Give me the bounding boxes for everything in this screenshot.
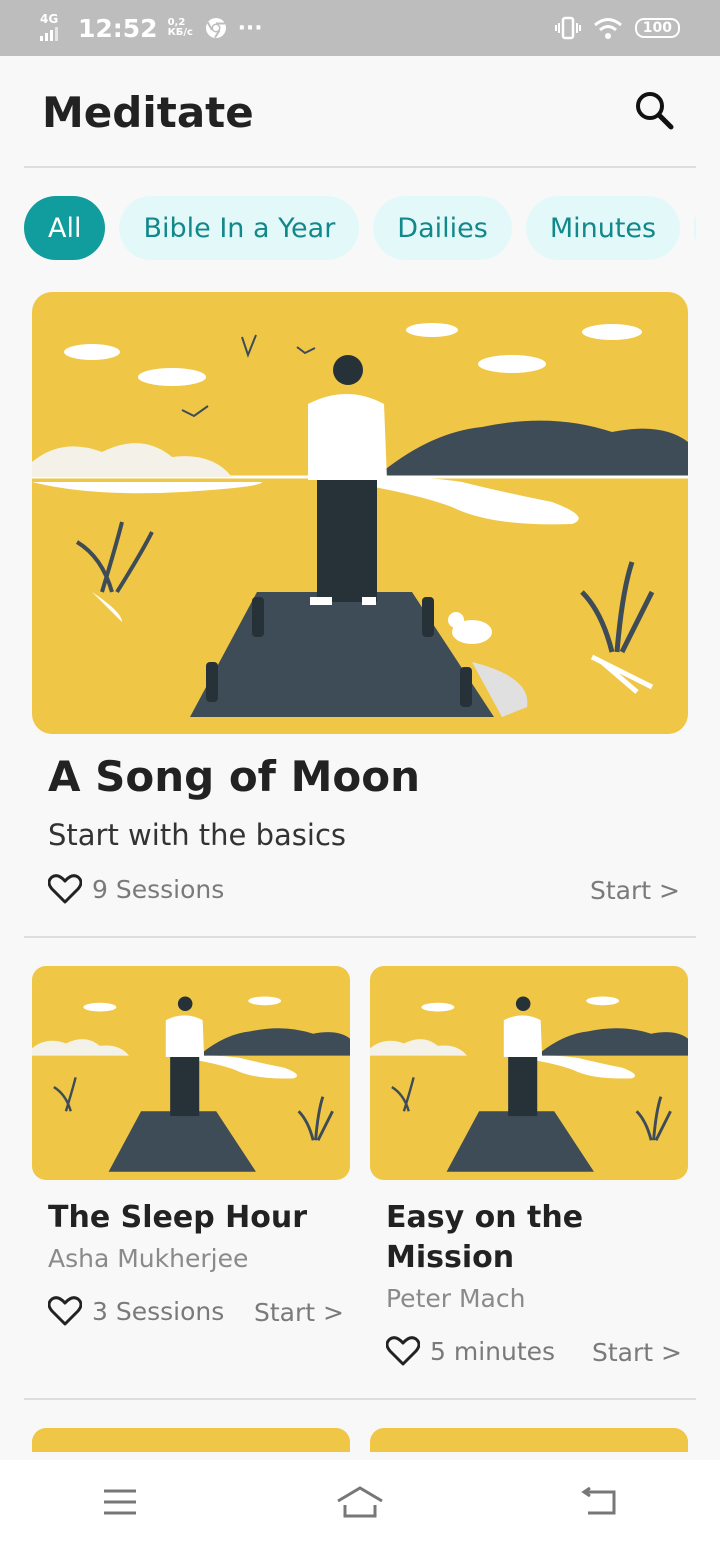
featured-meta: 9 Sessions	[48, 874, 224, 904]
more-notifications-icon: ···	[237, 15, 263, 41]
heart-icon[interactable]	[48, 874, 82, 904]
network-type: 4G	[40, 12, 59, 26]
sessions-count: 9 Sessions	[92, 874, 225, 904]
card-title-line2: Mission	[386, 1240, 515, 1275]
home-button[interactable]	[330, 1472, 390, 1532]
featured-title[interactable]: A Song of Moon	[48, 752, 420, 801]
card-start-link[interactable]: Start >	[592, 1338, 682, 1367]
card-title[interactable]: The Sleep Hour	[48, 1198, 307, 1238]
network-speed: 0,2 КБ/с	[168, 18, 194, 38]
divider	[24, 936, 696, 938]
divider	[24, 1398, 696, 1400]
search-icon	[636, 92, 674, 130]
page-title: Meditate	[42, 88, 254, 137]
chip-partial[interactable]: I	[694, 196, 696, 260]
duration: 5 minutes	[430, 1336, 556, 1366]
back-icon	[581, 1486, 616, 1515]
menu-button[interactable]	[90, 1472, 150, 1532]
card-author: Asha Mukherjee	[48, 1244, 249, 1273]
card-meta: 5 minutes	[386, 1336, 555, 1366]
featured-illustration[interactable]	[32, 292, 688, 734]
menu-icon	[104, 1489, 136, 1515]
chip-all[interactable]: All	[24, 196, 106, 260]
featured-start-link[interactable]: Start >	[590, 876, 680, 905]
chrome-icon	[204, 16, 228, 40]
speed-unit: КБ/с	[167, 27, 193, 38]
card-illustration[interactable]	[370, 966, 688, 1180]
card-meta: 3 Sessions	[48, 1296, 224, 1326]
chip-minutes[interactable]: Minutes	[525, 196, 681, 260]
card-illustration-peek[interactable]	[32, 1428, 350, 1452]
chip-dailies[interactable]: Dailies	[373, 196, 512, 260]
card-illustration[interactable]	[32, 966, 350, 1180]
chip-bible-in-a-year[interactable]: Bible In a Year	[119, 196, 360, 260]
featured-subtitle: Start with the basics	[48, 818, 347, 852]
sessions-count: 3 Sessions	[92, 1296, 225, 1326]
signal-icon: 4G	[40, 13, 68, 43]
category-chips: All Bible In a Year Dailies Minutes I	[24, 196, 696, 260]
card-title[interactable]: Easy on the Mission	[386, 1198, 583, 1278]
search-button[interactable]	[630, 86, 678, 134]
home-icon	[337, 1486, 383, 1518]
app-header: Meditate	[24, 56, 696, 168]
status-bar: 4G 12:52 0,2 КБ/с ··· 100	[0, 0, 720, 56]
heart-icon[interactable]	[48, 1296, 82, 1326]
card-author: Peter Mach	[386, 1284, 526, 1313]
battery-indicator: 100	[634, 18, 680, 38]
system-nav-bar	[0, 1460, 720, 1544]
clock: 12:52	[78, 13, 158, 43]
wifi-icon	[593, 16, 623, 40]
heart-icon[interactable]	[386, 1336, 420, 1366]
card-start-link[interactable]: Start >	[254, 1298, 344, 1327]
card-title-line1: Easy on the	[386, 1200, 584, 1235]
back-button[interactable]	[570, 1472, 630, 1532]
vibrate-icon	[554, 15, 581, 41]
card-illustration-peek[interactable]	[370, 1428, 688, 1452]
